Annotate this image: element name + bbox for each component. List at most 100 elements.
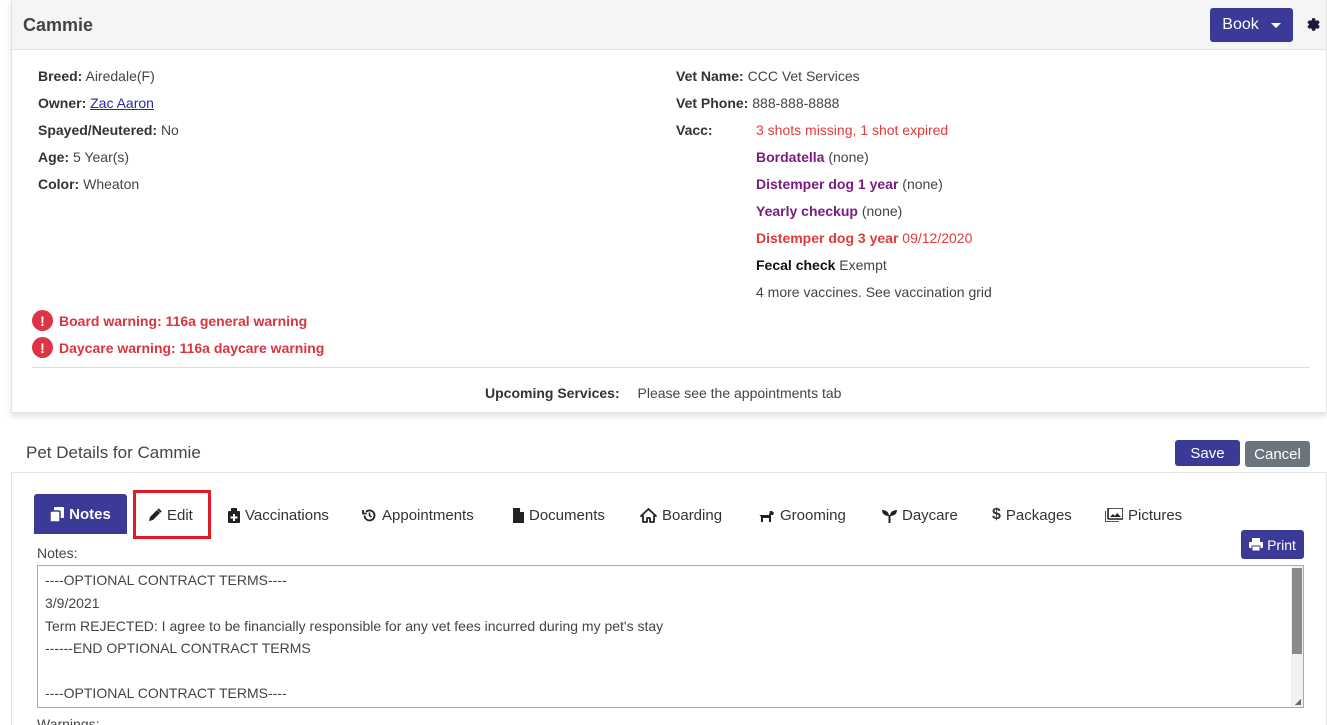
vet-name-value: CCC Vet Services (747, 68, 860, 84)
tab-edit-label: Edit (167, 506, 193, 524)
file-icon (513, 507, 524, 523)
medkit-icon (228, 507, 240, 523)
upcoming-label: Upcoming Services: (485, 385, 620, 401)
tab-pictures-label: Pictures (1128, 506, 1183, 524)
daycare-warning-text: Daycare warning: 116a daycare warning (59, 339, 325, 356)
home-icon (640, 507, 657, 523)
vaccine-name: Distemper dog 3 year (756, 230, 899, 246)
spayed-value: No (160, 122, 179, 138)
vaccine-row[interactable]: Yearly checkup (none) (756, 203, 902, 219)
breed-label: Breed: (38, 68, 83, 84)
tab-vaccinations[interactable]: Vaccinations (228, 497, 329, 533)
gear-icon[interactable] (1304, 16, 1320, 32)
print-button[interactable]: Print (1241, 530, 1304, 559)
tab-grooming[interactable]: Grooming (759, 497, 846, 533)
upcoming-services: Upcoming Services: Please see the appoin… (485, 385, 841, 401)
tab-appointments[interactable]: Appointments (362, 497, 474, 533)
history-icon (362, 509, 376, 521)
book-button-label: Book (1222, 16, 1259, 33)
tab-notes[interactable]: Notes (34, 494, 127, 534)
tab-documents-label: Documents (529, 506, 605, 524)
board-warning-text: Board warning: 116a general warning (59, 312, 308, 329)
notes-line: ----OPTIONAL CONTRACT TERMS---- (45, 685, 287, 701)
vaccine-row[interactable]: Bordatella (none) (756, 149, 869, 165)
tab-packages[interactable]: $ Packages (992, 497, 1072, 533)
upcoming-value: Please see the appointments tab (637, 385, 842, 401)
more-vaccines-text: 4 more vaccines. See vaccination grid (756, 284, 992, 300)
daycare-warning: ! Daycare warning: 116a daycare warning (32, 337, 324, 358)
vacc-label: Vacc: (676, 122, 713, 138)
color-row: Color: Wheaton (38, 176, 139, 192)
tab-documents[interactable]: Documents (513, 497, 605, 533)
tab-packages-label: Packages (1005, 506, 1072, 524)
vaccine-name: Fecal check (756, 257, 836, 273)
vaccine-row[interactable]: Distemper dog 3 year 09/12/2020 (756, 230, 972, 246)
pet-summary-card: Cammie Book Breed: Airedale(F) Owner: Za… (11, 0, 1327, 413)
vacc-summary: 3 shots missing, 1 shot expired (756, 122, 949, 138)
vaccine-status: (none) (861, 203, 903, 219)
vaccine-name: Bordatella (756, 149, 825, 165)
vacc-label-text: Vacc: (676, 122, 713, 138)
age-row: Age: 5 Year(s) (38, 149, 129, 165)
vaccine-status: 09/12/2020 (902, 230, 973, 246)
vaccine-status: (none) (828, 149, 869, 165)
vaccine-status: Exempt (839, 257, 887, 273)
spayed-row: Spayed/Neutered: No (38, 122, 179, 138)
cancel-button[interactable]: Cancel (1245, 441, 1310, 467)
vet-name-row: Vet Name: CCC Vet Services (676, 68, 860, 84)
notes-textarea[interactable]: ----OPTIONAL CONTRACT TERMS---- 3/9/2021… (37, 565, 1304, 708)
color-label: Color: (38, 176, 80, 192)
print-button-label: Print (1267, 536, 1296, 553)
tab-grooming-label: Grooming (780, 506, 846, 524)
pencil-icon (149, 508, 162, 521)
notes-line: Term REJECTED: I agree to be financially… (45, 618, 664, 634)
exclamation-circle-icon: ! (32, 310, 53, 331)
book-button[interactable]: Book (1210, 8, 1293, 42)
tab-boarding-label: Boarding (662, 506, 723, 524)
breed-value: Airedale(F) (85, 68, 155, 84)
spayed-label: Spayed/Neutered: (38, 122, 158, 138)
vet-phone-value: 888-888-8888 (752, 95, 840, 111)
dollar-icon: $ (992, 506, 1001, 523)
vet-phone-row: Vet Phone: 888-888-8888 (676, 95, 839, 111)
vaccine-row[interactable]: Distemper dog 1 year (none) (756, 176, 943, 192)
breed-row: Breed: Airedale(F) (38, 68, 155, 84)
tab-pictures[interactable]: Pictures (1105, 497, 1182, 533)
resize-grip-icon[interactable]: ◢ (1295, 697, 1301, 706)
divider (32, 367, 1310, 368)
notes-scrollbar[interactable] (1291, 566, 1303, 707)
age-value: 5 Year(s) (73, 149, 130, 165)
notes-line: ------END OPTIONAL CONTRACT TERMS (45, 640, 311, 656)
vaccine-row[interactable]: Fecal check Exempt (756, 257, 887, 273)
tab-appointments-label: Appointments (382, 506, 474, 524)
owner-link[interactable]: Zac Aaron (90, 95, 154, 111)
color-value: Wheaton (83, 176, 140, 192)
tab-boarding[interactable]: Boarding (640, 497, 722, 533)
pet-name-title: Cammie (23, 15, 94, 35)
board-warning: ! Board warning: 116a general warning (32, 310, 307, 331)
card-header: Cammie Book (12, 0, 1326, 50)
vet-name-label: Vet Name: (676, 68, 744, 84)
exclamation-circle-icon: ! (32, 337, 53, 358)
tab-vaccinations-label: Vaccinations (245, 506, 329, 524)
tab-daycare[interactable]: Daycare (882, 497, 958, 533)
copy-icon (50, 506, 65, 522)
caret-down-icon (1270, 22, 1281, 28)
notes-line: ----OPTIONAL CONTRACT TERMS---- (45, 572, 287, 588)
vaccine-name: Distemper dog 1 year (756, 176, 899, 192)
warnings-label: Warnings: (37, 716, 100, 725)
age-label: Age: (38, 149, 70, 165)
save-button[interactable]: Save (1175, 440, 1240, 466)
tab-notes-label: Notes (69, 505, 111, 523)
vet-phone-label: Vet Phone: (676, 95, 749, 111)
notes-label: Notes: (37, 545, 78, 561)
pet-details-title: Pet Details for Cammie (26, 443, 201, 462)
scrollbar-thumb[interactable] (1292, 568, 1302, 654)
owner-label: Owner: (38, 95, 87, 111)
owner-row: Owner: Zac Aaron (38, 95, 154, 111)
vaccine-status: (none) (902, 176, 943, 192)
tab-daycare-label: Daycare (902, 506, 958, 524)
tab-edit[interactable]: Edit (148, 497, 193, 533)
images-icon (1105, 508, 1123, 522)
seedling-icon (882, 509, 897, 523)
